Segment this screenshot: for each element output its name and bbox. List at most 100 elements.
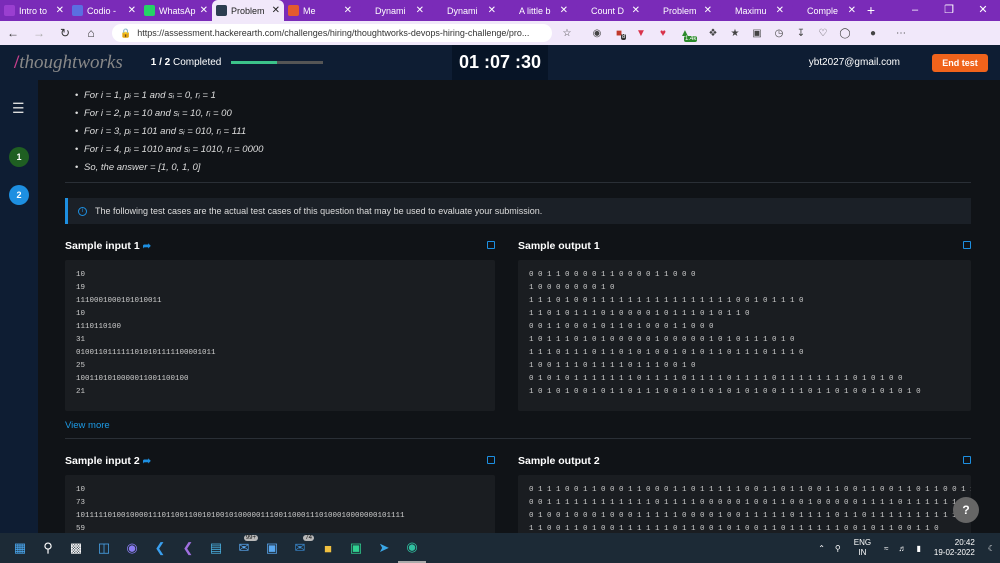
collections-icon[interactable]: ▣ xyxy=(746,28,768,39)
copy-icon[interactable] xyxy=(963,241,971,249)
minimize-icon[interactable]: – xyxy=(898,0,932,21)
volume-icon[interactable]: ♬ xyxy=(899,544,907,553)
vscode-icon[interactable]: ❮ xyxy=(146,533,174,563)
wifi-icon[interactable]: ≈ xyxy=(884,544,888,553)
favorite-star-icon[interactable]: ☆ xyxy=(556,28,578,39)
restore-icon[interactable]: ❐ xyxy=(932,0,966,21)
pocket-extension-icon[interactable]: ▼ xyxy=(630,28,652,39)
browser-tab[interactable]: Me ✕ xyxy=(284,0,356,21)
close-tab-icon[interactable]: ✕ xyxy=(272,5,280,16)
windows-start-icon[interactable]: ▦ xyxy=(6,533,34,563)
browser-tab[interactable]: Codio - ✕ xyxy=(68,0,140,21)
code-line: 10 xyxy=(76,271,86,279)
battery-icon[interactable]: ▮ xyxy=(917,544,921,553)
teams-chat-icon[interactable]: ◉ xyxy=(118,533,146,563)
pycharm-icon[interactable]: ▣ xyxy=(342,533,370,563)
view-more-link[interactable]: View more xyxy=(65,420,110,431)
question-2-button[interactable]: 2 xyxy=(9,185,29,205)
back-icon[interactable]: ← xyxy=(0,26,26,40)
address-bar[interactable]: 🔒 https://assessment.hackerearth.com/cha… xyxy=(112,24,552,42)
close-tab-icon[interactable]: ✕ xyxy=(416,5,424,16)
telegram-icon[interactable]: ➤ xyxy=(370,533,398,563)
task-view-icon[interactable]: ▩ xyxy=(62,533,90,563)
favorites-list-icon[interactable]: ★ xyxy=(724,28,746,39)
outlook-icon[interactable]: ✉ 74 xyxy=(286,533,314,563)
close-tab-icon[interactable]: ✕ xyxy=(344,5,352,16)
profile-avatar-icon[interactable]: ● xyxy=(862,28,884,39)
file-explorer-icon[interactable]: ■ xyxy=(314,533,342,563)
window-controls: – ❐ ✕ xyxy=(898,0,1000,21)
forward-icon[interactable]: → xyxy=(26,26,52,40)
notifications-icon[interactable]: ☾ xyxy=(988,544,995,553)
close-tab-icon[interactable]: ✕ xyxy=(560,5,568,16)
code-line: 1 1 1 0 1 1 1 0 1 1 0 1 0 1 0 0 1 0 1 0 … xyxy=(529,349,804,357)
browser-tab[interactable]: Intro to ✕ xyxy=(0,0,68,21)
new-tab-button[interactable]: + xyxy=(860,0,882,21)
close-tab-icon[interactable]: ✕ xyxy=(488,5,496,16)
browser-tab[interactable]: Dynami ✕ xyxy=(356,0,428,21)
heart-extension-icon[interactable]: ♥ xyxy=(652,28,674,39)
widgets-icon[interactable]: ◫ xyxy=(90,533,118,563)
close-tab-icon[interactable]: ✕ xyxy=(776,5,784,16)
reload-icon[interactable]: ↻ xyxy=(52,26,78,40)
notepad-icon[interactable]: ▤ xyxy=(202,533,230,563)
feedback-icon[interactable]: ◯ xyxy=(834,28,856,39)
stats-extension-icon[interactable]: ▲ 1.4k xyxy=(674,28,698,42)
shield-extension-icon[interactable]: ■ 8 xyxy=(608,28,630,40)
edge-browser-icon[interactable]: ◉ xyxy=(398,533,426,563)
info-text: The following test cases are the actual … xyxy=(95,206,543,216)
browser-tab[interactable]: Problem ✕ xyxy=(212,0,284,21)
close-tab-icon[interactable]: ✕ xyxy=(128,5,136,16)
code-line: 0 0 1 1 1 1 1 1 1 1 1 1 1 1 0 1 1 1 1 0 … xyxy=(529,499,957,507)
sample-input-1-title: Sample input 1 ➦ xyxy=(65,240,151,252)
chevron-up-icon[interactable]: ⌃ xyxy=(818,544,825,553)
code-line: 1 1 0 0 1 1 0 1 0 0 1 1 1 1 1 1 0 1 1 0 … xyxy=(529,525,939,533)
microphone-icon[interactable]: ⚲ xyxy=(835,544,841,553)
search-icon[interactable]: ⚲ xyxy=(34,533,62,563)
open-external-icon[interactable]: ➦ xyxy=(143,241,151,252)
browser-tab[interactable]: Comple ✕ xyxy=(788,0,860,21)
copy-icon[interactable] xyxy=(963,456,971,464)
question-1-button[interactable]: 1 xyxy=(9,147,29,167)
language-indicator[interactable]: ENG IN xyxy=(854,538,871,558)
hamburger-menu-icon[interactable]: ☰ xyxy=(12,100,26,117)
browser-tab[interactable]: Maximu ✕ xyxy=(716,0,788,21)
copy-icon[interactable] xyxy=(487,456,495,464)
code-line: 10 xyxy=(76,310,86,318)
info-icon: i xyxy=(78,206,87,216)
copy-icon[interactable] xyxy=(487,241,495,249)
close-tab-icon[interactable]: ✕ xyxy=(56,5,64,16)
browser-tab[interactable]: Dynami ✕ xyxy=(428,0,500,21)
help-button[interactable]: ? xyxy=(953,497,979,523)
visual-studio-icon[interactable]: ❮ xyxy=(174,533,202,563)
tab-title: Codio - xyxy=(87,5,117,16)
close-tab-icon[interactable]: ✕ xyxy=(200,5,208,16)
mail-icon[interactable]: ✉ 99+ xyxy=(230,533,258,563)
progress-label: 1 / 2 Completed xyxy=(150,57,222,68)
close-tab-icon[interactable]: ✕ xyxy=(632,5,640,16)
store-icon[interactable]: ▣ xyxy=(258,533,286,563)
close-tab-icon[interactable]: ✕ xyxy=(848,5,856,16)
close-window-icon[interactable]: ✕ xyxy=(966,0,1000,21)
puzzle-extensions-icon[interactable]: ❖ xyxy=(702,28,724,39)
thoughtworks-logo: /thoughtworks xyxy=(14,51,123,73)
home-icon[interactable]: ⌂ xyxy=(78,26,104,40)
tab-title: Maximu xyxy=(735,5,767,16)
performance-heart-icon[interactable]: ♡ xyxy=(812,28,834,39)
progress-fill xyxy=(231,61,278,64)
clock[interactable]: 20:42 19-02-2022 xyxy=(934,538,975,558)
history-icon[interactable]: ◷ xyxy=(768,28,790,39)
browser-tab[interactable]: Count D ✕ xyxy=(572,0,644,21)
download-icon[interactable]: ↧ xyxy=(790,28,812,39)
tab-title: Dynami xyxy=(447,5,478,16)
code-line: 0 1 1 1 0 0 1 1 0 0 0 1 1 0 0 0 1 1 0 1 … xyxy=(529,486,971,494)
end-test-button[interactable]: End test xyxy=(932,54,988,72)
browser-tab[interactable]: WhatsAp ✕ xyxy=(140,0,212,21)
open-external-icon[interactable]: ➦ xyxy=(143,456,151,467)
incognito-extension-icon[interactable]: ◉ xyxy=(586,28,608,39)
more-menu-icon[interactable]: ⋯ xyxy=(890,28,912,39)
browser-tab[interactable]: Problem ✕ xyxy=(644,0,716,21)
app-header: /thoughtworks 1 / 2 Completed 01 :07 :30… xyxy=(0,45,1000,80)
close-tab-icon[interactable]: ✕ xyxy=(704,5,712,16)
browser-tab[interactable]: A little b ✕ xyxy=(500,0,572,21)
